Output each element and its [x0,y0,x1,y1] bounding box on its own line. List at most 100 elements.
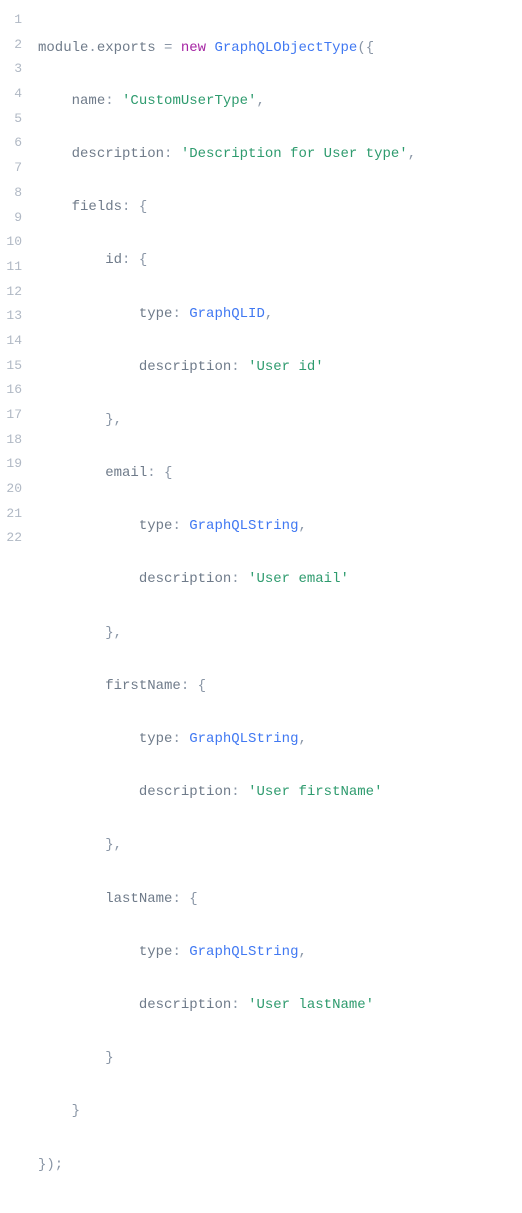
line-number: 12 [6,280,22,305]
token-indent [38,93,72,109]
code-line: description: 'User lastName' [38,992,416,1019]
token-type-key: type [139,944,173,960]
token-indent [38,1103,72,1119]
code-line: description: 'User id' [38,354,416,381]
token-colon: : [172,518,189,534]
line-number: 18 [6,428,22,453]
code-line: firstName: { [38,673,416,700]
token-lbrace: { [139,199,147,215]
code-line: description: 'User firstName' [38,779,416,806]
line-number: 3 [6,57,22,82]
code-line: name: 'CustomUserType', [38,88,416,115]
token-rbrace-comma: }, [105,625,122,641]
token-comma: , [298,731,306,747]
token-indent [38,306,139,322]
token-comma: , [256,93,264,109]
line-number: 20 [6,477,22,502]
token-rbrace: } [72,1103,80,1119]
line-number: 13 [6,304,22,329]
line-number: 7 [6,156,22,181]
line-number: 9 [6,206,22,231]
token-lastname-key: lastName [105,891,172,907]
token-comma: , [408,146,416,162]
line-number: 10 [6,230,22,255]
token-indent [38,146,72,162]
line-number-gutter: 1 2 3 4 5 6 7 8 9 10 11 12 13 14 15 16 1… [0,0,32,1213]
token-close-all: }); [38,1157,63,1173]
code-line: type: GraphQLID, [38,301,416,328]
code-line: module.exports = new GraphQLObjectType({ [38,35,416,62]
token-description-string: 'Description for User type' [181,146,408,162]
token-lbrace: { [189,891,197,907]
token-colon: : [122,252,139,268]
code-block: module.exports = new GraphQLObjectType({… [32,0,428,1213]
token-custom-user-type-string: 'CustomUserType' [122,93,256,109]
token-fields-key: fields [72,199,122,215]
token-description-key: description [139,359,231,375]
token-description-key: description [139,997,231,1013]
token-colon: : [231,784,248,800]
token-indent [38,678,105,694]
token-id-key: id [105,252,122,268]
token-colon: : [231,997,248,1013]
code-line: email: { [38,460,416,487]
token-comma: , [298,944,306,960]
line-number: 16 [6,378,22,403]
token-open-paren-brace: ({ [357,40,374,56]
token-indent [38,412,105,428]
token-new: new [181,40,206,56]
code-line: }, [38,832,416,859]
token-rbrace-comma: }, [105,837,122,853]
token-user-firstname-string: 'User firstName' [248,784,382,800]
token-name-key: name [72,93,106,109]
line-number: 17 [6,403,22,428]
token-graphql-string: GraphQLString [189,944,298,960]
token-colon: : [172,306,189,322]
code-line: type: GraphQLString, [38,939,416,966]
token-indent [38,1050,105,1066]
token-colon: : [172,891,189,907]
token-graphql-string: GraphQLString [189,731,298,747]
token-rbrace: } [105,1050,113,1066]
line-number: 6 [6,131,22,156]
token-colon: : [122,199,139,215]
token-equals: = [156,40,181,56]
token-indent [38,465,105,481]
code-line: } [38,1045,416,1072]
code-line: type: GraphQLString, [38,513,416,540]
token-indent [38,944,139,960]
token-comma: , [265,306,273,322]
line-number: 11 [6,255,22,280]
line-number: 19 [6,452,22,477]
token-indent [38,837,105,853]
token-indent [38,571,139,587]
token-lbrace: { [139,252,147,268]
token-type-key: type [139,731,173,747]
token-user-lastname-string: 'User lastName' [248,997,374,1013]
code-line: type: GraphQLString, [38,726,416,753]
token-email-key: email [105,465,147,481]
line-number: 4 [6,82,22,107]
token-colon: : [172,731,189,747]
token-colon: : [231,571,248,587]
token-indent [38,518,139,534]
line-number: 1 [6,8,22,33]
token-indent [38,625,105,641]
token-graphql-id: GraphQLID [189,306,265,322]
token-module: module [38,40,88,56]
token-rbrace-comma: }, [105,412,122,428]
token-indent [38,997,139,1013]
line-number: 14 [6,329,22,354]
code-line: id: { [38,247,416,274]
token-type-key: type [139,306,173,322]
line-number: 21 [6,502,22,527]
code-line: }); [38,1152,416,1179]
token-colon: : [231,359,248,375]
token-dot: . [88,40,96,56]
token-comma: , [298,518,306,534]
code-line: }, [38,620,416,647]
token-colon: : [172,944,189,960]
token-user-email-string: 'User email' [248,571,349,587]
token-lbrace: { [164,465,172,481]
token-colon: : [147,465,164,481]
